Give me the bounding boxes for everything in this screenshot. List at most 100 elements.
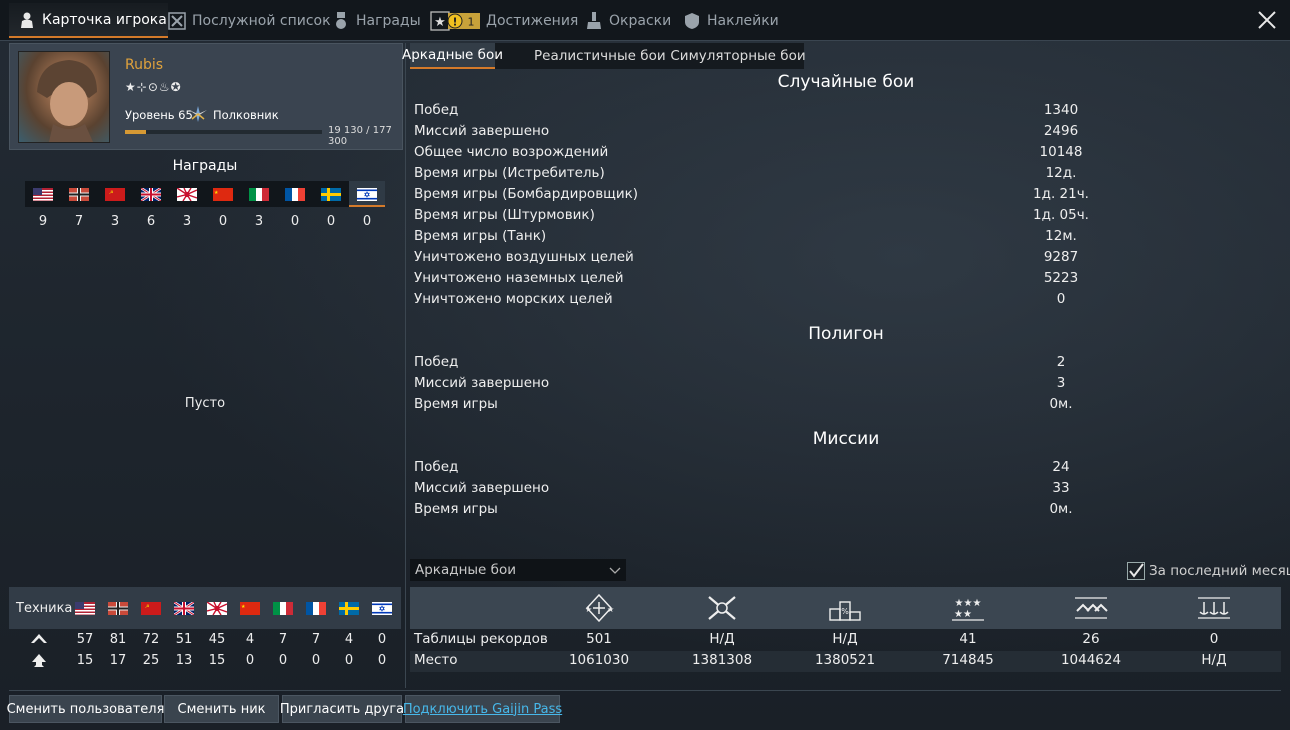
records-cell: 1381308 <box>691 652 753 668</box>
stat-row: Побед 24 <box>414 459 1280 480</box>
stat-row: Миссий завершено 33 <box>414 480 1280 501</box>
stat-value: 33 <box>1052 480 1070 496</box>
decal-icon <box>685 12 699 29</box>
tab-arcade[interactable]: Аркадные бои <box>402 43 503 69</box>
tech-flag-israel-icon[interactable] <box>372 602 392 615</box>
records-cell: 501 <box>586 631 612 647</box>
aircraft-count-germany: 81 <box>109 632 127 647</box>
player-name[interactable]: Rubis <box>125 57 163 73</box>
stat-row: Побед 2 <box>414 354 1280 375</box>
stat-row: Миссий завершено 2496 <box>414 123 1280 144</box>
achievements-icon: ★ ! 1 <box>430 10 480 31</box>
xp-progress-fill <box>125 130 147 134</box>
records-cell: Н/Д <box>832 631 858 647</box>
tech-flag-france-icon[interactable] <box>306 602 326 615</box>
ground-count-italy: 0 <box>278 653 288 668</box>
records-row: Таблицы рекордов 501 Н/Д Н/Д 41 26 0 <box>410 630 1281 651</box>
tab-player-card[interactable]: Карточка игрока <box>9 3 168 38</box>
invite-friend-button[interactable]: Пригласить друга <box>280 695 404 723</box>
tab-label: Достижения <box>486 12 579 29</box>
stat-value: 12м. <box>1045 228 1077 244</box>
ground-count-israel: 0 <box>377 653 387 668</box>
flag-china-icon[interactable]: ★ <box>213 188 233 201</box>
flag-italy-icon[interactable] <box>249 188 269 201</box>
award-count-japan: 3 <box>182 214 192 229</box>
bottom-separator <box>9 690 1281 691</box>
awards-nation-row: ☭ ★ <box>25 181 385 207</box>
stat-row: Миссий завершено 3 <box>414 375 1280 396</box>
tab-label: Окраски <box>609 12 672 29</box>
tab-simulator[interactable]: Симуляторные бои <box>670 43 805 69</box>
tech-flag-japan-icon[interactable] <box>207 602 227 615</box>
podium-percent-icon: % <box>829 601 861 621</box>
pilot-portrait <box>37 60 97 142</box>
last-month-checkbox[interactable] <box>1127 562 1145 580</box>
aircraft-count-israel: 0 <box>377 632 387 647</box>
records-mode-dropdown[interactable]: Аркадные бои <box>410 559 626 581</box>
stars-icon: ★★★ ★★ <box>952 598 984 621</box>
tab-paints[interactable]: Окраски <box>585 3 671 38</box>
stat-value: 12д. <box>1045 165 1077 181</box>
tab-service-record[interactable]: Послужной список <box>168 3 331 38</box>
section-title: Случайные бои <box>777 72 915 92</box>
tech-flag-sweden-icon[interactable] <box>339 602 359 615</box>
svg-text:!: ! <box>452 15 457 28</box>
award-count-italy: 3 <box>254 214 264 229</box>
stat-row: Общее число возрождений 10148 <box>414 144 1280 165</box>
change-nick-button[interactable]: Сменить ник <box>164 695 279 723</box>
stat-value: 1340 <box>1043 102 1079 118</box>
stat-value: 10148 <box>1039 144 1083 160</box>
records-header: ★ ★ % ★★★ ★★ <box>410 587 1281 629</box>
records-cell: 714845 <box>942 652 994 668</box>
stat-label: Время игры <box>414 396 498 412</box>
stat-row: Уничтожено воздушных целей 9287 <box>414 249 1280 270</box>
tab-decals[interactable]: Наклейки <box>683 3 779 38</box>
award-count-usa: 9 <box>38 214 48 229</box>
flag-ussr-icon[interactable]: ☭ <box>105 188 125 201</box>
ground-count-usa: 15 <box>76 653 94 668</box>
tech-flag-britain-icon[interactable] <box>174 602 194 615</box>
tech-flag-ussr-icon[interactable]: ☭ <box>141 602 161 615</box>
flag-france-icon[interactable] <box>285 188 305 201</box>
xp-progress-bar <box>125 130 322 134</box>
tech-flag-germany-icon[interactable] <box>108 602 128 615</box>
tech-flag-italy-icon[interactable] <box>273 602 293 615</box>
paint-icon <box>587 11 601 29</box>
stat-value: 0 <box>1056 291 1066 307</box>
tab-awards[interactable]: Награды <box>332 3 421 38</box>
records-row: Место 1061030 1381308 1380521 714845 1044624 Н… <box>410 651 1281 672</box>
stat-label: Время игры <box>414 501 498 517</box>
naval-anchors-icon <box>1198 597 1230 619</box>
records-cell: Н/Д <box>709 631 735 647</box>
top-tab-bar: Карточка игрока Послужной список Награды… <box>0 0 1290 41</box>
tech-flag-usa-icon[interactable] <box>75 602 95 615</box>
stat-value: 1д. 21ч. <box>1033 186 1089 202</box>
tab-achievements[interactable]: ★ ! 1 Достижения <box>430 3 578 38</box>
flag-britain-icon[interactable] <box>141 188 161 201</box>
gaijin-pass-button[interactable]: Подключить Gaijin Pass <box>403 695 562 723</box>
stat-row: Время игры 0м. <box>414 501 1280 522</box>
tech-flag-china-icon[interactable]: ★ <box>240 602 260 615</box>
tank-icon <box>32 654 46 667</box>
aircraft-count-china: 4 <box>245 632 255 647</box>
stat-label: Общее число возрождений <box>414 144 609 160</box>
tab-realistic[interactable]: Реалистичные бои <box>495 43 690 69</box>
stat-value: 9287 <box>1043 249 1079 265</box>
flag-usa-icon[interactable] <box>33 188 53 201</box>
flag-germany-icon[interactable] <box>69 188 89 201</box>
svg-text:★★★: ★★★ <box>955 598 982 609</box>
checkmark-icon <box>1129 563 1144 578</box>
award-count-britain: 6 <box>146 214 156 229</box>
change-user-button[interactable]: Сменить пользователя <box>7 695 164 723</box>
stat-row: Время игры (Истребитель) 12д. <box>414 165 1280 186</box>
flag-sweden-icon[interactable] <box>321 188 341 201</box>
flag-israel-icon[interactable] <box>357 188 377 201</box>
stat-value: 3 <box>1056 375 1066 391</box>
section-title: Полигон <box>808 324 884 344</box>
flag-japan-icon[interactable] <box>177 188 197 201</box>
aircraft-count-ussr: 72 <box>142 632 160 647</box>
close-icon[interactable] <box>1256 9 1278 31</box>
ground-count-sweden: 0 <box>344 653 354 668</box>
last-month-label: За последний месяц <box>1149 563 1290 579</box>
avatar[interactable] <box>18 51 110 143</box>
